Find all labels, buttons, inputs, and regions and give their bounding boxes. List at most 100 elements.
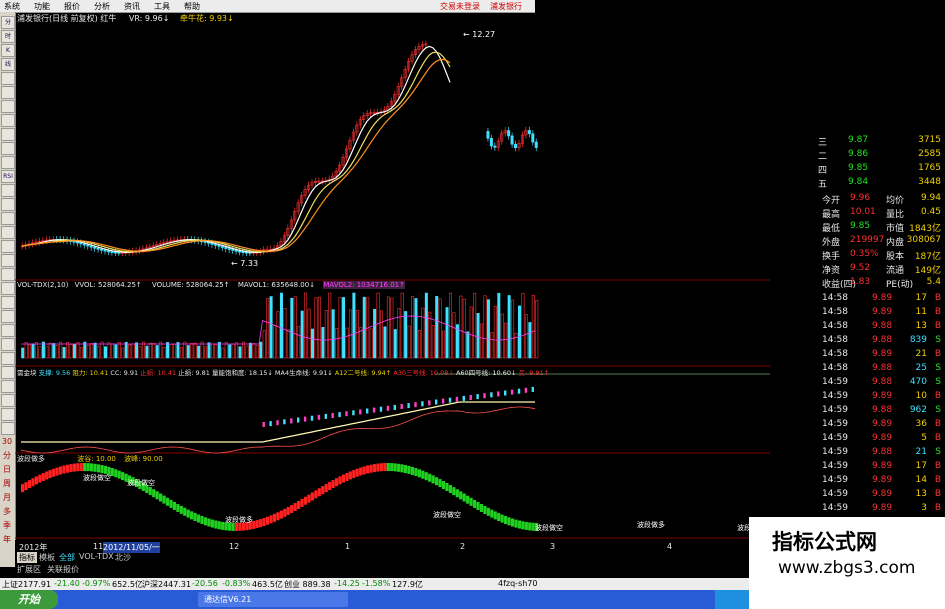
tick-volume: 839	[909, 335, 927, 345]
wave-block	[31, 478, 35, 487]
volume-bar	[383, 326, 387, 359]
date-tick: 11	[93, 542, 104, 551]
start-button[interactable]: 开始	[0, 590, 58, 609]
toolbar-button[interactable]	[1, 198, 15, 211]
wave-label: 波段做空	[83, 473, 111, 482]
toolbar-button[interactable]	[1, 254, 15, 267]
tick-time: 14:58	[822, 349, 848, 359]
tick-side: B	[934, 461, 941, 471]
toolbar-button[interactable]: 线	[1, 58, 15, 71]
toolbar-button[interactable]	[1, 100, 15, 113]
toolbar-button[interactable]	[1, 128, 15, 141]
taskbar-app-item[interactable]: 通达信V6.21	[198, 592, 348, 607]
wave-block	[176, 503, 180, 512]
volume-bar	[331, 309, 335, 359]
toolbar-button[interactable]	[1, 366, 15, 379]
tick-time: 14:59	[822, 377, 848, 387]
toolbar-button[interactable]	[1, 296, 15, 309]
volume-bar	[480, 323, 484, 359]
volume-bar	[266, 298, 270, 359]
tick-price: 9.89	[872, 419, 893, 429]
tab-indicator[interactable]: 指标	[17, 552, 37, 563]
toolbar-button[interactable]	[1, 142, 15, 155]
toolbar-button[interactable]	[1, 226, 15, 239]
menu-item[interactable]: 资讯	[124, 1, 140, 12]
toolbar-button[interactable]	[1, 352, 15, 365]
menu-item[interactable]: 工具	[154, 1, 170, 12]
quote-row: 三 9.87 3715	[770, 134, 945, 148]
toolbar-button[interactable]: 周	[1, 478, 13, 489]
toolbar-button[interactable]	[1, 338, 15, 351]
tab-template[interactable]: 模板	[39, 552, 55, 563]
wave-block	[479, 503, 484, 512]
sz-pct: -0.83%	[222, 579, 251, 588]
toolbar-button[interactable]	[1, 268, 15, 281]
volume-bar	[431, 325, 435, 359]
trade-status[interactable]: 交易未登录	[440, 1, 480, 12]
toolbar-button[interactable]	[1, 408, 15, 421]
ind3-block	[531, 386, 534, 392]
tick-volume: 25	[915, 363, 927, 373]
toolbar-button[interactable]: 年	[1, 534, 13, 545]
toolbar-button[interactable]	[1, 380, 15, 393]
wave-block	[58, 466, 63, 475]
wave-block	[38, 474, 42, 483]
ind3-buy: 买: 9.91↑	[518, 369, 550, 377]
volume-bar	[21, 347, 25, 359]
toolbar-button[interactable]	[1, 184, 15, 197]
tab-north[interactable]: 北沙	[115, 552, 131, 563]
toolbar-button[interactable]	[1, 310, 15, 323]
toolbar-button[interactable]	[1, 282, 15, 295]
wave-block	[514, 519, 518, 528]
toolbar-button[interactable]: 分	[1, 16, 15, 29]
toolbar-button[interactable]	[1, 86, 15, 99]
menu-item[interactable]: 分析	[94, 1, 110, 12]
toolbar-button[interactable]: 多	[1, 506, 13, 517]
tab-vol-tdx[interactable]: VOL-TDX	[79, 552, 114, 561]
toolbar-button[interactable]: 时	[1, 30, 15, 43]
toolbar-button[interactable]	[1, 156, 15, 169]
toolbar-button[interactable]	[1, 240, 15, 253]
toolbar-button[interactable]	[1, 324, 15, 337]
tick-time: 14:58	[822, 307, 848, 317]
menu-item[interactable]: 帮助	[184, 1, 200, 12]
toolbar-button[interactable]	[1, 394, 15, 407]
wave-block	[379, 463, 383, 472]
toolbar-button[interactable]	[1, 422, 15, 435]
candle-body	[210, 243, 214, 245]
toolbar-button[interactable]: 日	[1, 464, 13, 475]
sh-index[interactable]: 上证2177.91	[2, 579, 51, 590]
menu-item[interactable]: 系统	[4, 1, 20, 12]
stat-label: 最低	[822, 224, 841, 234]
toolbar-button[interactable]: K	[1, 44, 15, 57]
toolbar-button[interactable]	[1, 72, 15, 85]
order-price: 9.86	[848, 149, 869, 159]
volume-bar	[404, 311, 408, 359]
tab-extension[interactable]: 扩展区	[17, 564, 41, 575]
tab-related-quote[interactable]: 关联报价	[47, 564, 79, 575]
menu-item[interactable]: 报价	[64, 1, 80, 12]
toolbar-button[interactable]: RSI	[1, 170, 15, 183]
tick-time: 14:59	[822, 475, 848, 485]
tick-time: 14:58	[822, 335, 848, 345]
menu-item[interactable]: 功能	[34, 1, 50, 12]
volume-bar	[255, 345, 259, 359]
volume-bar	[183, 341, 187, 359]
sz-index[interactable]: 沪深2447.31	[142, 579, 191, 590]
cy-index[interactable]: 创业 889.38	[284, 579, 331, 590]
toolbar-button[interactable]: 分	[1, 450, 13, 461]
toolbar-button[interactable]: 月	[1, 492, 13, 503]
toolbar-button[interactable]	[1, 114, 15, 127]
tab-all[interactable]: 全部	[59, 552, 75, 563]
toolbar-button[interactable]: 季	[1, 520, 13, 531]
toolbar-button[interactable]	[1, 212, 15, 225]
sh-change: -21.40	[54, 579, 80, 588]
date-tick: 1	[345, 542, 351, 551]
tick-price: 9.89	[872, 489, 893, 499]
tick-price: 9.89	[872, 307, 893, 317]
wave-block	[352, 469, 356, 478]
volume-bar	[417, 329, 421, 359]
volume-bar	[524, 314, 528, 359]
ind3-resist: 阻力: 10.41	[72, 369, 109, 377]
toolbar-button[interactable]: 30	[1, 436, 13, 447]
